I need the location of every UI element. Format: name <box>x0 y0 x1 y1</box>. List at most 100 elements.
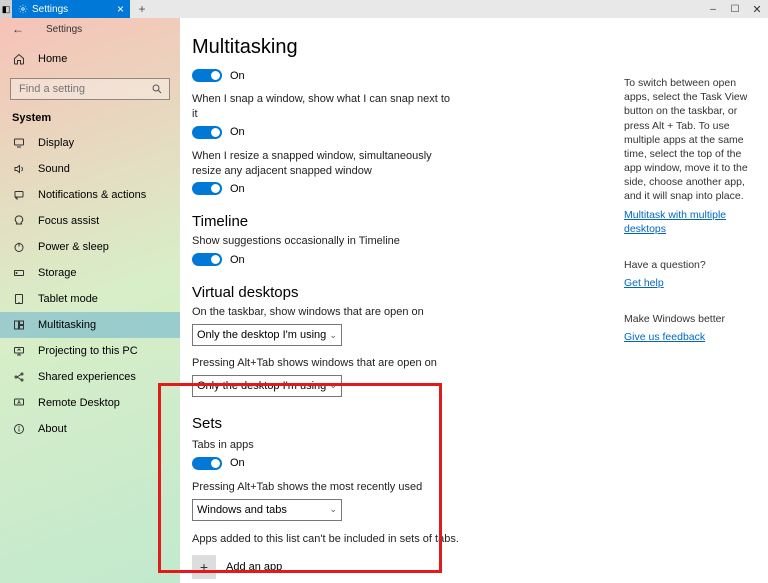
sets-tabs-toggle[interactable] <box>192 457 222 470</box>
sidebar-item-focus[interactable]: Focus assist <box>0 208 180 234</box>
sidebar-home[interactable]: Home <box>0 46 180 72</box>
vd2-select[interactable]: Only the desktop I'm using ⌄ <box>192 375 342 397</box>
shared-icon <box>12 371 26 383</box>
minimize-icon: – <box>710 4 716 15</box>
vd1-select[interactable]: Only the desktop I'm using ⌄ <box>192 324 342 346</box>
close-icon: ✕ <box>752 3 761 16</box>
sidebar-item-label: Display <box>38 137 74 149</box>
snap-main-toggle-label: On <box>230 70 245 82</box>
focus-icon <box>12 215 26 227</box>
sets-alttab-text: Pressing Alt+Tab shows the most recently… <box>192 480 452 495</box>
vd2-text: Pressing Alt+Tab shows windows that are … <box>192 356 452 371</box>
sidebar-item-notify[interactable]: Notifications & actions <box>0 182 180 208</box>
display-icon <box>12 137 26 149</box>
snap-main-toggle[interactable] <box>192 69 222 82</box>
chevron-down-icon: ⌄ <box>329 330 337 341</box>
vd1-text: On the taskbar, show windows that are op… <box>192 305 452 320</box>
sidebar-item-label: Focus assist <box>38 215 99 227</box>
timeline-toggle[interactable] <box>192 253 222 266</box>
remote-icon <box>12 397 26 409</box>
tab-previous[interactable]: ◧ <box>0 0 12 18</box>
help-link-gethelp[interactable]: Get help <box>624 276 754 290</box>
sets-alttab-select[interactable]: Windows and tabs ⌄ <box>192 499 342 521</box>
sidebar-item-tablet[interactable]: Tablet mode <box>0 286 180 312</box>
sets-tabs-toggle-label: On <box>230 457 245 469</box>
sidebar-item-remote[interactable]: Remote Desktop <box>0 390 180 416</box>
about-icon <box>12 423 26 435</box>
sidebar: ← Settings Home System Display Sound Notif… <box>0 18 180 583</box>
snap1-toggle[interactable] <box>192 126 222 139</box>
tablet-icon <box>12 293 26 305</box>
sidebar-title: Settings <box>46 24 82 35</box>
sidebar-item-label: Tablet mode <box>38 293 98 305</box>
sound-icon <box>12 163 26 175</box>
sidebar-section-header: System <box>0 108 180 130</box>
maximize-button[interactable]: ☐ <box>724 0 746 18</box>
sidebar-item-multi[interactable]: Multitasking <box>0 312 180 338</box>
sidebar-item-shared[interactable]: Shared experiences <box>0 364 180 390</box>
sets-tabs-label: Tabs in apps <box>192 438 452 453</box>
tab-settings[interactable]: Settings × <box>12 0 130 18</box>
timeline-text: Show suggestions occasionally in Timelin… <box>192 234 452 249</box>
plus-icon: + <box>138 2 145 16</box>
sidebar-item-label: Multitasking <box>38 319 96 331</box>
sidebar-item-label: Shared experiences <box>38 371 136 383</box>
help-paragraph: To switch between open apps, select the … <box>624 76 754 204</box>
chevron-down-icon: ⌄ <box>329 380 337 391</box>
sidebar-item-power[interactable]: Power & sleep <box>0 234 180 260</box>
help-feedback-header: Make Windows better <box>624 312 754 326</box>
sidebar-item-project[interactable]: Projecting to this PC <box>0 338 180 364</box>
new-tab-button[interactable]: + <box>130 0 154 18</box>
settings-gear-icon <box>18 4 28 14</box>
tab-prev-icon: ◧ <box>2 4 11 15</box>
window-close-button[interactable]: ✕ <box>746 0 768 18</box>
sidebar-item-about[interactable]: About <box>0 416 180 442</box>
sidebar-item-storage[interactable]: Storage <box>0 260 180 286</box>
help-column: To switch between open apps, select the … <box>624 76 754 345</box>
help-link-feedback[interactable]: Give us feedback <box>624 330 754 344</box>
multi-icon <box>12 319 26 331</box>
search-input-container[interactable] <box>10 78 170 100</box>
sets-header: Sets <box>192 415 768 432</box>
search-icon <box>151 83 163 95</box>
snap2-toggle-label: On <box>230 183 245 195</box>
snap2-toggle[interactable] <box>192 182 222 195</box>
back-button[interactable]: ← <box>10 22 26 36</box>
sidebar-item-label: Projecting to this PC <box>38 345 138 357</box>
vd2-select-value: Only the desktop I'm using <box>197 380 326 392</box>
snap1-text: When I snap a window, show what I can sn… <box>192 92 452 122</box>
sidebar-item-label: Power & sleep <box>38 241 109 253</box>
timeline-toggle-label: On <box>230 254 245 266</box>
snap2-text: When I resize a snapped window, simultan… <box>192 149 452 179</box>
storage-icon <box>12 267 26 279</box>
sets-note: Apps added to this list can't be include… <box>192 533 768 545</box>
sidebar-item-label: Remote Desktop <box>38 397 120 409</box>
minimize-button[interactable]: – <box>702 0 724 18</box>
help-question-header: Have a question? <box>624 258 754 272</box>
sets-alttab-select-value: Windows and tabs <box>197 504 287 516</box>
search-input[interactable] <box>17 82 137 96</box>
tab-label: Settings <box>32 4 68 15</box>
sidebar-item-label: Notifications & actions <box>38 189 146 201</box>
power-icon <box>12 241 26 253</box>
sidebar-item-label: About <box>38 423 67 435</box>
chevron-down-icon: ⌄ <box>329 504 337 515</box>
project-icon <box>12 345 26 357</box>
page-title: Multitasking <box>192 36 768 59</box>
add-app-button[interactable]: + Add an app <box>192 555 768 579</box>
sidebar-item-sound[interactable]: Sound <box>0 156 180 182</box>
help-link-multitask[interactable]: Multitask with multiple desktops <box>624 208 754 236</box>
tab-close-icon[interactable]: × <box>117 2 124 16</box>
plus-box-icon: + <box>192 555 216 579</box>
titlebar: ◧ Settings × + – ☐ ✕ <box>0 0 768 18</box>
sidebar-item-display[interactable]: Display <box>0 130 180 156</box>
add-app-label: Add an app <box>226 561 282 573</box>
sidebar-item-label: Storage <box>38 267 77 279</box>
vd1-select-value: Only the desktop I'm using <box>197 329 326 341</box>
home-icon <box>12 53 26 65</box>
snap1-toggle-label: On <box>230 126 245 138</box>
notify-icon <box>12 189 26 201</box>
sidebar-item-label: Sound <box>38 163 70 175</box>
sidebar-home-label: Home <box>38 53 67 65</box>
maximize-icon: ☐ <box>731 4 740 15</box>
